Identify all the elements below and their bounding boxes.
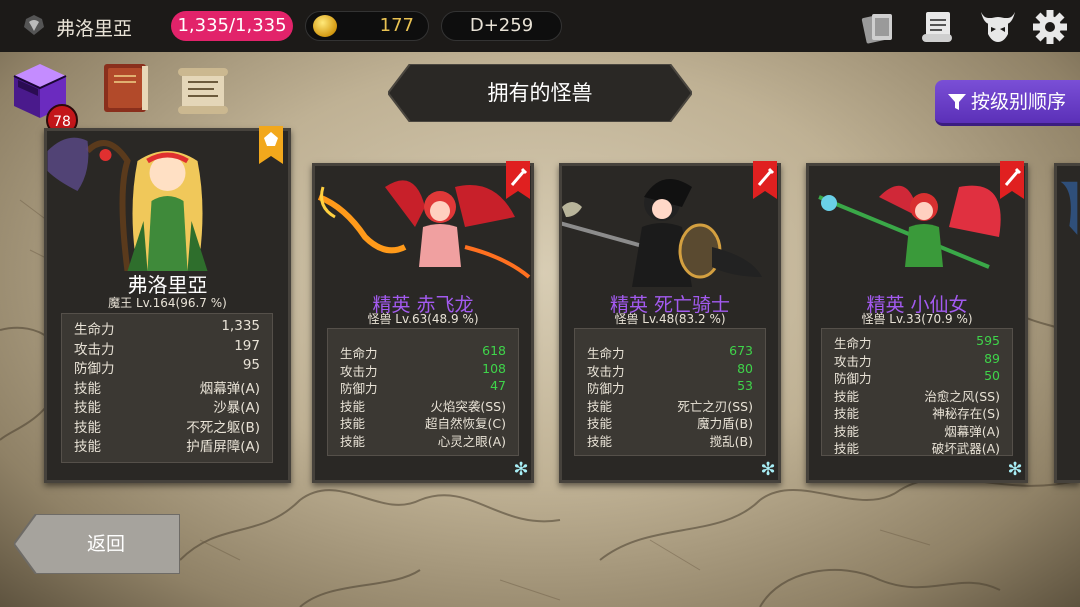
fairy-portrait <box>818 185 1001 269</box>
stat-row: 技能 烟幕弹(A) <box>834 423 1000 439</box>
leader-ribbon-icon <box>259 126 283 164</box>
monster-book-icon[interactable] <box>98 58 154 118</box>
card-stats-panel: 生命力 595 攻击力 89 防御力 50 技能 治愈之风(SS) 技能 神秘存在(S) … <box>821 328 1013 456</box>
card-stats-panel: 生命力 1,335 攻击力 197 防御力 95 技能 烟幕弹(A) 技能 沙暴(A) 技… <box>61 313 273 463</box>
stat-row: 生命力 1,335 <box>74 318 260 338</box>
card-level: 怪兽 Lv.48(83.2 %) <box>614 312 726 326</box>
stat-row: 技能 超自然恢复(C) <box>340 416 506 431</box>
gear-icon[interactable] <box>1030 8 1070 46</box>
monster-card-leader[interactable]: 弗洛里亞 魔王 Lv.164(96.7 %) 生命力 1,335 攻击力 197 防… <box>44 126 291 483</box>
hp-counter: 1,335/1,335 <box>171 11 293 41</box>
stat-row: 生命力 595 <box>834 333 1000 351</box>
sort-label: 按级别顺序 <box>971 91 1067 113</box>
gold-coin-icon <box>313 15 337 37</box>
stat-row: 防御力 47 <box>340 378 506 396</box>
stat-row: 技能 魔力盾(B) <box>587 416 753 431</box>
stat-row: 技能 火焰突袭(SS) <box>340 398 506 414</box>
stat-row: 技能 搅乱(B) <box>587 433 753 449</box>
stat-row: 技能 治愈之风(SS) <box>834 388 1000 404</box>
stat-row: 防御力 50 <box>834 368 1000 386</box>
card-stats-panel: 生命力 673 攻击力 80 防御力 53 技能 死亡之刃(SS) 技能 魔力盾(B) 技… <box>574 328 766 456</box>
stat-row: 技能 护盾屏障(A) <box>74 439 260 455</box>
cards-icon[interactable] <box>858 8 898 46</box>
stat-row: 技能 死亡之刃(SS) <box>587 398 753 414</box>
stat-row: 生命力 673 <box>587 343 753 361</box>
stat-row: 技能 沙暴(A) <box>74 400 260 416</box>
monster-card[interactable]: 精英 死亡骑士 怪兽 Lv.48(83.2 %) 生命力 673 攻击力 80 防御… <box>559 161 781 483</box>
monster-card-partial[interactable] <box>1054 163 1080 483</box>
quest-scroll-icon[interactable] <box>918 8 958 46</box>
snowflake-icon: ✻ <box>1007 459 1023 480</box>
stat-row: 防御力 53 <box>587 378 753 396</box>
card-stats-panel: 生命力 618 攻击力 108 防御力 47 技能 火焰突袭(SS) 技能 超自然恢复(C… <box>327 328 519 456</box>
day-counter: D+259 <box>441 11 562 41</box>
stat-row: 生命力 618 <box>340 343 506 361</box>
top-bar: 弗洛里亞 1,335/1,335 177 D+259 <box>0 0 1080 52</box>
card-level: 魔王 Lv.164(96.7 %) <box>108 296 227 310</box>
stat-row: 技能 不死之躯(B) <box>74 419 260 436</box>
snowflake-icon: ✻ <box>513 459 529 480</box>
card-level: 怪兽 Lv.63(48.9 %) <box>367 312 479 326</box>
stat-row: 攻击力 80 <box>587 360 753 379</box>
stat-row: 攻击力 89 <box>834 350 1000 369</box>
page-title: 拥有的怪兽 <box>487 81 593 105</box>
player-name: 弗洛里亞 <box>56 18 133 40</box>
sort-by-level-button[interactable]: 按级别顺序 <box>935 80 1080 126</box>
stat-row: 防御力 95 <box>74 357 260 377</box>
stat-row: 技能 神秘存在(S) <box>834 406 1000 421</box>
stat-row: 攻击力 108 <box>340 360 506 379</box>
death-knight-portrait <box>562 179 762 287</box>
sword-ribbon-icon <box>506 161 530 199</box>
stat-row: 技能 心灵之眼(A) <box>340 433 506 449</box>
demon-skull-icon[interactable] <box>978 8 1018 46</box>
red-dragon-portrait <box>317 180 531 279</box>
monster-card[interactable]: 精英 赤飞龙 怪兽 Lv.63(48.9 %) 生命力 618 攻击力 108 防御… <box>312 161 534 483</box>
sword-ribbon-icon <box>753 161 777 199</box>
stat-row: 攻击力 197 <box>74 337 260 358</box>
monster-card[interactable]: 精英 小仙女 怪兽 Lv.33(70.9 %) 生命力 595 攻击力 89 防御力… <box>806 161 1028 483</box>
card-level: 怪兽 Lv.33(70.9 %) <box>861 312 973 326</box>
back-button[interactable]: 返回 <box>56 514 156 574</box>
map-scroll-icon[interactable] <box>174 62 232 120</box>
partial-card-art <box>1060 181 1078 235</box>
filter-icon <box>948 94 966 110</box>
snowflake-icon: ✻ <box>760 459 776 480</box>
stat-row: 技能 破坏武器(A) <box>834 441 1000 456</box>
demon-lord-emblem-icon <box>24 15 44 35</box>
stat-row: 技能 烟幕弹(A) <box>74 380 260 397</box>
gold-counter: 177 <box>305 11 429 41</box>
gold-value: 177 <box>379 15 414 36</box>
sword-ribbon-icon <box>1000 161 1024 199</box>
leader-monster-portrait <box>47 137 208 271</box>
